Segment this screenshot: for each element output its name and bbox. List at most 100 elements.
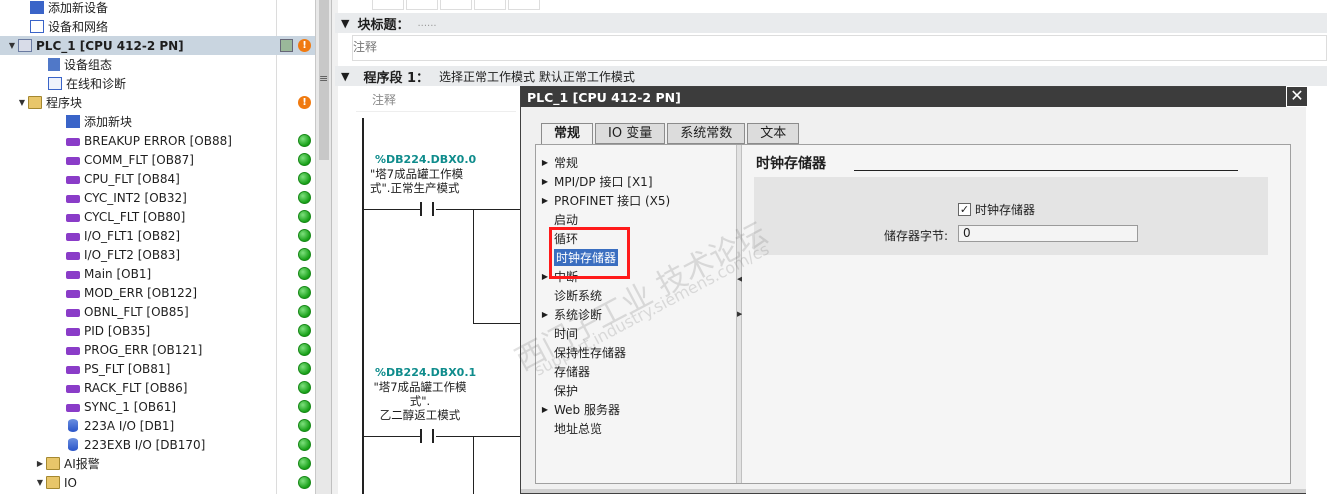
nav-item[interactable]: ▶ Web 服务器 <box>536 400 736 419</box>
grip-icon[interactable]: ≡ <box>319 72 328 85</box>
tree-item-label: 程序块 <box>46 96 83 110</box>
status-ok-icon <box>298 305 311 318</box>
toolbar-button[interactable] <box>440 0 472 10</box>
nav-item[interactable]: 地址总览 <box>536 419 736 438</box>
tree-item-label: 223EXB I/O [DB170] <box>84 437 206 452</box>
section-divider <box>854 170 1238 171</box>
tree-item[interactable]: PID [OB35] <box>0 321 315 340</box>
tree-item[interactable]: CPU_FLT [OB84] <box>0 169 315 188</box>
block-title-placeholder[interactable]: ...... <box>417 18 436 29</box>
tree-item-label: BREAKUP ERROR [OB88] <box>84 133 232 148</box>
ladder-wire <box>473 323 520 324</box>
block-comment[interactable]: 注释 <box>352 35 1327 61</box>
tree-item[interactable]: 设备组态 <box>0 55 315 74</box>
contact-variable-name[interactable]: "塔7成品罐工作模 式".正常生产模式 <box>370 167 463 195</box>
contact-variable-name[interactable]: "塔7成品罐工作模 式". 乙二醇返工模式 <box>370 380 470 422</box>
toolbar-button[interactable] <box>372 0 404 10</box>
tree-item[interactable]: ▶ AI报警 <box>0 454 315 473</box>
no-contact-symbol[interactable] <box>420 429 434 443</box>
tab-general[interactable]: 常规 <box>541 123 594 144</box>
nav-item[interactable]: ▶ 系统诊断 <box>536 305 736 324</box>
expanded-arrow-icon[interactable]: ▼ <box>34 478 46 487</box>
tree-item-label: 223A I/O [DB1] <box>84 418 175 433</box>
nav-item-label: 保护 <box>554 384 579 398</box>
ob-icon <box>66 232 80 241</box>
no-contact-symbol[interactable] <box>420 202 434 216</box>
tree-item[interactable]: CYC_INT2 [OB32] <box>0 188 315 207</box>
toolbar-button[interactable] <box>474 0 506 10</box>
tree-item[interactable]: 223A I/O [DB1] <box>0 416 315 435</box>
toolbar-button[interactable] <box>508 0 540 10</box>
tree-item-label: 添加新设备 <box>48 1 109 15</box>
tab-system-constants[interactable]: 系统常数 <box>667 123 746 144</box>
network-description[interactable]: 选择正常工作模式 默认正常工作模式 <box>439 68 635 85</box>
clock-memory-checkbox[interactable]: ✓ 时钟存储器 <box>958 201 1035 218</box>
add-block-icon <box>66 115 80 128</box>
tree-item[interactable]: CYCL_FLT [OB80] <box>0 207 315 226</box>
memory-byte-field[interactable]: 0 <box>958 225 1138 242</box>
tree-item[interactable]: 223EXB I/O [DB170] <box>0 435 315 454</box>
tree-item[interactable]: PROG_ERR [OB121] <box>0 340 315 359</box>
tree-item[interactable]: Main [OB1] <box>0 264 315 283</box>
tab-io-tags[interactable]: IO 变量 <box>595 123 666 144</box>
ob-icon <box>66 384 80 393</box>
dialog-title: PLC_1 [CPU 412-2 PN] <box>527 89 681 105</box>
block-title-bar[interactable]: ▼ 块标题： ...... <box>335 13 1327 33</box>
tree-item-label: PROG_ERR [OB121] <box>84 342 203 357</box>
tree-item-label: PLC_1 [CPU 412-2 PN] <box>36 38 184 53</box>
tree-item[interactable]: 添加新块 <box>0 112 315 131</box>
tree-item[interactable]: RACK_FLT [OB86] <box>0 378 315 397</box>
checkbox-check-icon[interactable]: ✓ <box>958 203 971 216</box>
tree-item[interactable]: BREAKUP ERROR [OB88] <box>0 131 315 150</box>
tab-texts[interactable]: 文本 <box>747 123 800 144</box>
expanded-arrow-icon[interactable]: ▼ <box>6 41 18 50</box>
nav-item[interactable]: ▶ MPI/DP 接口 [X1] <box>536 172 736 191</box>
tree-scrollbar[interactable]: ≡ <box>316 0 332 494</box>
nav-item[interactable]: 时间 <box>536 324 736 343</box>
expanded-arrow-icon[interactable]: ▼ <box>16 98 28 107</box>
nav-item[interactable]: 诊断系统 <box>536 286 736 305</box>
expand-arrow-icon[interactable]: ▶ <box>536 405 554 414</box>
expand-arrow-icon[interactable]: ▶ <box>536 177 554 186</box>
checkbox-label: 时钟存储器 <box>975 203 1036 217</box>
tree-item[interactable]: SYNC_1 [OB61] <box>0 397 315 416</box>
expand-arrow-icon[interactable]: ▶ <box>536 158 554 167</box>
collapse-triangle-icon[interactable]: ▼ <box>341 70 349 83</box>
nav-item-label: 常规 <box>554 156 579 170</box>
tree-item[interactable]: PS_FLT [OB81] <box>0 359 315 378</box>
tree-item[interactable]: 添加新设备 <box>0 0 315 17</box>
collapsed-arrow-icon[interactable]: ▶ <box>34 459 46 468</box>
tree-item[interactable]: OBNL_FLT [OB85] <box>0 302 315 321</box>
network-comment[interactable]: 注释 <box>356 88 516 112</box>
tree-item[interactable]: I/O_FLT1 [OB82] <box>0 226 315 245</box>
contact-address: %DB224.DBX0.0 <box>375 153 477 166</box>
tree-item[interactable]: ▼ IO <box>0 473 315 492</box>
tree-item[interactable]: 设备和网络 <box>0 17 315 36</box>
db-icon <box>68 419 78 432</box>
tree-item-label: IO <box>64 475 77 490</box>
network-icon <box>30 20 44 33</box>
dialog-title-bar[interactable]: PLC_1 [CPU 412-2 PN] <box>521 87 1306 107</box>
tree-item[interactable]: COMM_FLT [OB87] <box>0 150 315 169</box>
nav-item[interactable]: ▶ 常规 <box>536 153 736 172</box>
status-warning-icon: ! <box>298 96 311 109</box>
close-icon[interactable]: ✕ <box>1286 86 1308 107</box>
tree-item[interactable]: ▼ PLC_1 [CPU 412-2 PN] <box>0 36 315 55</box>
tree-item[interactable]: MOD_ERR [OB122] <box>0 283 315 302</box>
collapse-triangle-icon[interactable]: ▼ <box>341 17 349 30</box>
nav-item[interactable]: ▶ PROFINET 接口 (X5) <box>536 191 736 210</box>
properties-nav: ▶ 常规 ▶ MPI/DP 接口 [X1] ▶ PROFINET 接口 (X5) 启动 循环时… <box>536 145 736 483</box>
nav-item[interactable]: 保持性存储器 <box>536 343 736 362</box>
ladder-wire <box>364 436 420 437</box>
nav-item[interactable]: 保护 <box>536 381 736 400</box>
tree-item[interactable]: I/O_FLT2 [OB83] <box>0 245 315 264</box>
toolbar-button[interactable] <box>406 0 438 10</box>
expand-arrow-icon[interactable]: ▶ <box>536 196 554 205</box>
expand-arrow-icon[interactable]: ▶ <box>536 310 554 319</box>
tree-item[interactable]: 在线和诊断 <box>0 74 315 93</box>
tree-item[interactable]: ▼ 程序块 <box>0 93 315 112</box>
ob-icon <box>66 308 80 317</box>
ob-icon <box>66 137 80 146</box>
nav-item[interactable]: 存储器 <box>536 362 736 381</box>
network-title-bar[interactable]: ▼ 程序段 1： 选择正常工作模式 默认正常工作模式 <box>335 66 1327 86</box>
